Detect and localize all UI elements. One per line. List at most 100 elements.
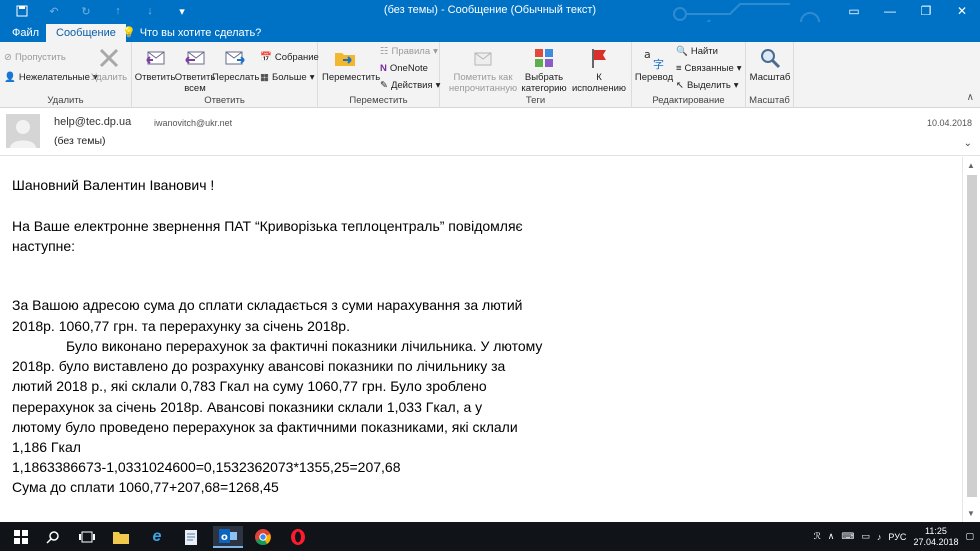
tab-message[interactable]: Сообщение bbox=[46, 24, 126, 42]
respond-group: Ответить Ответить всем Переслать 📅 Собра… bbox=[132, 42, 319, 108]
move-group: Переместить ☷ Правила ▾ N OneNote ✎ Дейст… bbox=[318, 42, 440, 108]
recipient-address[interactable]: iwanovitch@ukr.net bbox=[154, 118, 232, 128]
body-line: лютому було проведено перерахунок за фак… bbox=[12, 419, 518, 435]
svg-text:a: a bbox=[644, 48, 651, 61]
outlook-taskbar-icon[interactable]: o bbox=[213, 526, 243, 548]
flag-icon bbox=[592, 49, 606, 68]
notifications-icon[interactable]: ▢ bbox=[965, 531, 974, 542]
categorize-button[interactable]: Выбрать категорию bbox=[518, 46, 570, 94]
scroll-down-icon[interactable]: ▼ bbox=[967, 509, 975, 518]
editing-group: a字 Перевод 🔍 Найти ≡ Связанные ▾ ↖ Выдели… bbox=[632, 42, 746, 108]
zoom-button[interactable]: Масштаб bbox=[747, 46, 793, 83]
taskbar-clock[interactable]: 11:25 27.04.2018 bbox=[913, 526, 958, 548]
scrollbar-thumb[interactable] bbox=[967, 175, 977, 497]
file-explorer-icon[interactable] bbox=[106, 526, 136, 548]
network-icon[interactable]: ▭ bbox=[861, 531, 870, 542]
meeting-button[interactable]: 📅 Собрание bbox=[260, 52, 319, 63]
junk-button[interactable]: 👤 Нежелательные ▾ bbox=[4, 72, 98, 83]
move-button[interactable]: Переместить bbox=[322, 46, 380, 83]
ignore-button[interactable]: ⊘ Пропустить bbox=[4, 52, 66, 63]
svg-text:o: o bbox=[221, 532, 228, 543]
clock-date: 27.04.2018 bbox=[913, 536, 959, 547]
tags-group: Пометить как непрочитанную Выбрать катег… bbox=[440, 42, 632, 108]
body-line: Шановний Валентин Іванович ! bbox=[12, 177, 215, 193]
rules-button[interactable]: ☷ Правила ▾ bbox=[380, 46, 438, 57]
move-group-label: Переместить bbox=[349, 95, 408, 106]
tell-me-box[interactable]: 💡 Что вы хотите сделать? bbox=[122, 26, 261, 40]
forward-button[interactable]: Переслать bbox=[212, 46, 259, 83]
ribbon-display-options-icon[interactable]: ▭ bbox=[836, 0, 872, 22]
body-line: Було виконано перерахунок за фактичні по… bbox=[66, 338, 543, 354]
delete-group: ⊘ Пропустить 👤 Нежелательные ▾ Удалить Уд… bbox=[0, 42, 132, 108]
opera-icon[interactable] bbox=[283, 526, 313, 548]
body-line: 1,186 Гкал bbox=[12, 439, 81, 455]
volume-icon[interactable]: ♪ bbox=[877, 532, 882, 542]
calendar-icon: 📅 bbox=[260, 52, 272, 63]
forward-icon bbox=[225, 51, 245, 65]
onenote-button[interactable]: N OneNote bbox=[380, 63, 428, 74]
related-icon: ≡ bbox=[676, 63, 682, 74]
task-view-icon[interactable] bbox=[72, 526, 102, 548]
magnifier-icon bbox=[761, 49, 781, 69]
related-button[interactable]: ≡ Связанные ▾ bbox=[676, 63, 742, 74]
binoculars-icon: 🔍 bbox=[676, 46, 688, 57]
chrome-icon[interactable] bbox=[248, 526, 278, 548]
window-title: (без темы) - Сообщение (Обычный текст) bbox=[383, 4, 597, 16]
tags-group-label: Теги bbox=[525, 95, 546, 106]
show-hidden-icons-icon[interactable]: ∧ bbox=[828, 531, 835, 542]
body-line: лютий 2018 р., які склали 0,783 Гкал на … bbox=[12, 378, 487, 394]
body-line: Сума до сплати 1060,77+207,68=1268,45 bbox=[12, 479, 279, 495]
delete-group-label: Удалить bbox=[47, 95, 84, 106]
internet-explorer-icon[interactable]: e bbox=[142, 526, 172, 548]
people-icon[interactable]: ℛ bbox=[814, 531, 821, 542]
document-icon[interactable] bbox=[176, 526, 206, 548]
body-scrollbar[interactable]: ▲ ▼ bbox=[962, 157, 980, 522]
sender-address[interactable]: help@tec.dp.ua bbox=[54, 116, 131, 128]
follow-up-button[interactable]: К исполнению bbox=[568, 46, 630, 94]
clock-time: 11:25 bbox=[925, 525, 947, 536]
ribbon-tabs: Файл Сообщение 💡 Что вы хотите сделать? bbox=[0, 22, 980, 42]
editing-group-label: Редактирование bbox=[652, 95, 725, 106]
more-respond-button[interactable]: ▦ Больше ▾ bbox=[260, 72, 314, 83]
body-line: перерахунок за січень 2018р. Авансові по… bbox=[12, 399, 483, 415]
translate-button[interactable]: a字 Перевод bbox=[632, 46, 676, 83]
body-line: 2018р. було виставлено до розрахунку ава… bbox=[12, 358, 506, 374]
lightbulb-icon: 💡 bbox=[122, 27, 136, 39]
mark-unread-button[interactable]: Пометить как непрочитанную bbox=[448, 46, 518, 94]
body-line: На Ваше електронне звернення ПАТ “Кривор… bbox=[12, 218, 523, 234]
more-icon: ▦ bbox=[260, 72, 269, 83]
tab-file[interactable]: Файл bbox=[2, 24, 49, 42]
respond-group-label: Ответить bbox=[204, 95, 245, 106]
reply-icon bbox=[146, 51, 165, 65]
minimize-icon[interactable]: — bbox=[872, 0, 908, 22]
search-icon[interactable] bbox=[38, 526, 68, 548]
close-icon[interactable]: ✕ bbox=[944, 0, 980, 22]
avatar bbox=[6, 114, 40, 148]
categories-icon bbox=[535, 49, 553, 67]
expand-header-icon[interactable]: ⌄ bbox=[964, 138, 972, 149]
message-header: help@tec.dp.ua iwanovitch@ukr.net (без т… bbox=[0, 108, 980, 156]
move-folder-icon bbox=[335, 53, 355, 66]
actions-button[interactable]: ✎ Действия ▾ bbox=[380, 80, 440, 91]
keyboard-icon[interactable]: ⌨ bbox=[841, 531, 854, 542]
windows-start-icon[interactable] bbox=[6, 526, 36, 548]
actions-icon: ✎ bbox=[380, 80, 388, 91]
input-language[interactable]: РУС bbox=[888, 532, 906, 542]
body-line: 2018р. 1060,77 грн. та перерахунку за сі… bbox=[12, 318, 350, 334]
find-button[interactable]: 🔍 Найти bbox=[676, 46, 718, 57]
translate-icon: a字 bbox=[644, 48, 664, 70]
system-tray: ℛ ∧ ⌨ ▭ ♪ РУС 11:25 27.04.2018 ▢ bbox=[814, 522, 980, 551]
delete-icon bbox=[99, 48, 119, 68]
message-date: 10.04.2018 bbox=[926, 118, 972, 128]
outlook-message-window: ↶ ↻ ↑ ↓ ▾ (без темы) - Сообщение (Обычны… bbox=[0, 0, 980, 551]
delete-button[interactable]: Удалить bbox=[86, 46, 132, 83]
collapse-ribbon-icon[interactable]: ∧ bbox=[967, 92, 974, 103]
windows-taskbar: e o ℛ ∧ ⌨ ▭ ♪ РУС 11:25 27.04.2018 ▢ bbox=[0, 522, 980, 551]
ribbon: ⊘ Пропустить 👤 Нежелательные ▾ Удалить Уд… bbox=[0, 42, 980, 108]
title-bar: ↶ ↻ ↑ ↓ ▾ (без темы) - Сообщение (Обычны… bbox=[0, 0, 980, 32]
body-line: 1,1863386673-1,0331024600=0,1532362073*1… bbox=[12, 459, 401, 475]
maximize-icon[interactable]: ❐ bbox=[908, 0, 944, 22]
scroll-up-icon[interactable]: ▲ bbox=[967, 161, 975, 170]
select-button[interactable]: ↖ Выделить ▾ bbox=[676, 80, 739, 91]
zoom-group-label: Масштаб bbox=[749, 95, 790, 106]
